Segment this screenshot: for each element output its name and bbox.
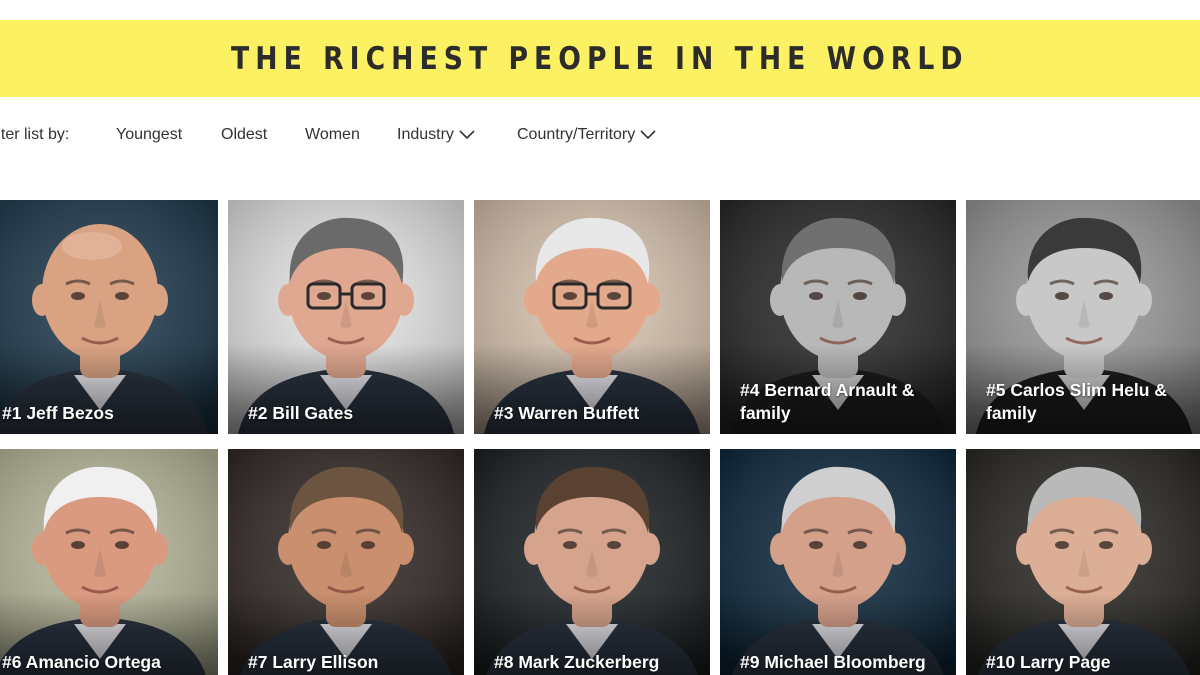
filter-country-dropdown[interactable]: Country/Territory (517, 126, 656, 144)
person-card[interactable]: #9 Michael Bloomberg (720, 449, 956, 675)
person-card[interactable]: #8 Mark Zuckerberg (474, 449, 710, 675)
filter-industry-label: Industry (397, 126, 454, 143)
person-card[interactable]: #6 Amancio Ortega (0, 449, 218, 675)
person-card[interactable]: #4 Bernard Arnault & family (720, 200, 956, 434)
title-banner: THE RICHEST PEOPLE IN THE WORLD (0, 20, 1200, 97)
chevron-down-icon (459, 130, 475, 140)
person-card[interactable]: #2 Bill Gates (228, 200, 464, 434)
filter-youngest-label: Youngest (116, 126, 183, 143)
page-title: THE RICHEST PEOPLE IN THE WORLD (231, 40, 969, 77)
person-name: #8 Mark Zuckerberg (494, 652, 660, 672)
person-card[interactable]: #10 Larry Page (966, 449, 1200, 675)
person-name: #1 Jeff Bezos (2, 403, 114, 423)
person-card[interactable]: #7 Larry Ellison (228, 449, 464, 675)
filter-country-label: Country/Territory (517, 126, 636, 143)
person-name: #4 Bernard Arnault & family (740, 380, 915, 423)
filter-oldest-label: Oldest (221, 126, 268, 143)
filter-industry-dropdown[interactable]: Industry (397, 126, 475, 144)
person-name: #7 Larry Ellison (248, 652, 379, 672)
filter-women-label: Women (305, 126, 360, 143)
person-name: #9 Michael Bloomberg (740, 652, 926, 672)
person-name: #5 Carlos Slim Helu & family (986, 380, 1167, 423)
person-name: #6 Amancio Ortega (2, 652, 161, 672)
person-name: #2 Bill Gates (248, 403, 354, 423)
filter-bar: Filter list by: Youngest Oldest Women In… (0, 118, 1200, 152)
person-card[interactable]: #3 Warren Buffett (474, 200, 710, 434)
filter-women[interactable]: Women (305, 126, 360, 144)
person-name: #10 Larry Page (986, 652, 1111, 672)
person-name: #3 Warren Buffett (494, 403, 640, 423)
filter-label: Filter list by: (0, 126, 70, 143)
person-card[interactable]: #5 Carlos Slim Helu & family (966, 200, 1200, 434)
filter-youngest[interactable]: Youngest (116, 126, 182, 144)
filter-oldest[interactable]: Oldest (221, 126, 267, 144)
chevron-down-icon (640, 130, 656, 140)
person-card[interactable]: #1 Jeff Bezos (0, 200, 218, 434)
page: THE RICHEST PEOPLE IN THE WORLD Filter l… (0, 0, 1200, 675)
